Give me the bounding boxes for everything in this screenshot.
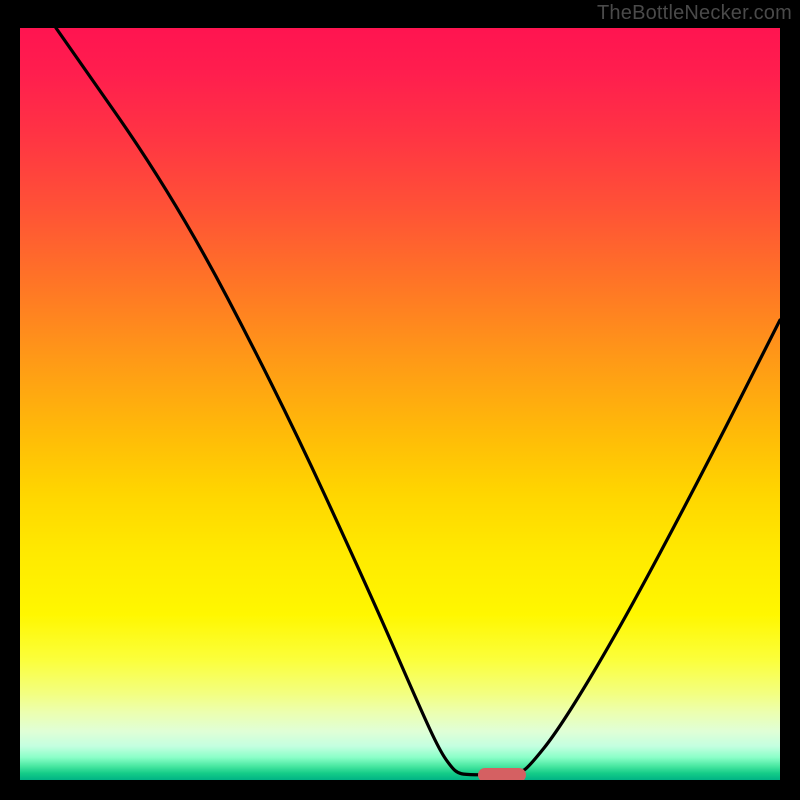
optimal-marker <box>478 768 526 781</box>
chart-frame: TheBottleNecker.com <box>0 0 800 800</box>
watermark-text: TheBottleNecker.com <box>597 2 792 25</box>
bottleneck-curve <box>56 28 780 775</box>
plot-area <box>20 28 780 780</box>
curve-layer <box>20 28 780 780</box>
